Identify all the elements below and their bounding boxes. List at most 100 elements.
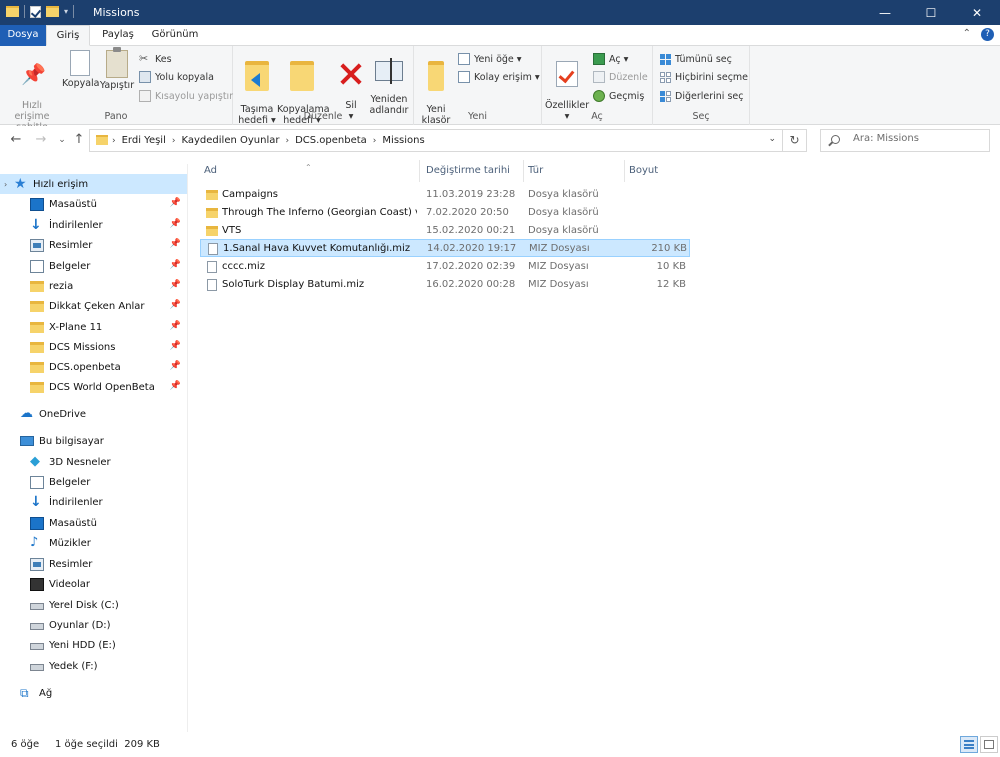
nav-quick-item[interactable]: DCS Missions 📌 — [0, 337, 187, 357]
column-header-size[interactable]: Boyut — [625, 160, 690, 182]
nav-quick-item[interactable]: Dikkat Çeken Anlar 📌 — [0, 296, 187, 316]
nav-quick-item[interactable]: Belgeler 📌 — [0, 256, 187, 276]
tab-home[interactable]: Giriş — [46, 25, 90, 46]
pin-icon: 📌 — [21, 62, 46, 86]
column-header-type[interactable]: Tür — [524, 160, 625, 182]
nav-quick-item[interactable]: DCS.openbeta 📌 — [0, 357, 187, 377]
nav-pc-item[interactable]: Resimler — [0, 554, 187, 574]
nav-quick-item[interactable]: Resimler 📌 — [0, 235, 187, 255]
tab-share[interactable]: Paylaş — [96, 25, 140, 46]
back-arrow-icon[interactable]: ← — [8, 132, 24, 147]
documents-icon — [30, 259, 44, 273]
folder-icon — [30, 341, 44, 353]
nav-pc-item[interactable]: Yerel Disk (C:) — [0, 595, 187, 615]
breadcrumb-separator-icon[interactable]: › — [373, 136, 377, 146]
nav-pc-item[interactable]: Yedek (F:) — [0, 656, 187, 676]
file-row[interactable]: VTS 15.02.2020 00:21 Dosya klasörü — [200, 222, 690, 240]
properties-check-icon[interactable] — [30, 5, 41, 18]
network-icon: ⧉ — [20, 685, 29, 700]
easy-access-button[interactable]: Kolay erişim ▾ — [458, 69, 540, 85]
file-row[interactable]: cccc.miz 17.02.2020 02:39 MIZ Dosyası 10… — [200, 258, 690, 276]
cut-button[interactable]: ✂ Kes — [139, 51, 172, 67]
breadcrumb-item[interactable]: Kaydedilen Oyunlar — [181, 135, 279, 146]
invert-selection-button[interactable]: Diğerlerini seç — [660, 88, 743, 104]
breadcrumb-separator-icon[interactable]: › — [112, 136, 116, 146]
folder-icon — [6, 6, 19, 17]
download-icon: ↓ — [30, 493, 42, 510]
breadcrumb-separator-icon[interactable]: › — [172, 136, 176, 146]
nav-onedrive[interactable]: ☁ OneDrive — [0, 404, 187, 424]
tab-view[interactable]: Görünüm — [146, 25, 204, 46]
history-button[interactable]: Geçmiş — [593, 88, 644, 104]
nav-pc-item[interactable]: Videolar — [0, 574, 187, 594]
new-folder-icon[interactable] — [46, 6, 59, 17]
customize-toolbar-chevron-icon[interactable]: ▾ — [64, 7, 68, 16]
details-view-button[interactable] — [960, 736, 978, 753]
open-button[interactable]: Aç ▾ — [593, 51, 628, 67]
edit-button[interactable]: Düzenle — [593, 69, 648, 85]
nav-pc-item[interactable]: ◆ 3D Nesneler — [0, 452, 187, 472]
pin-icon: 📌 — [169, 280, 181, 290]
search-box[interactable] — [820, 129, 990, 152]
up-arrow-icon[interactable]: ↑ — [71, 132, 87, 147]
nav-quick-item[interactable]: ↓ İndirilenler 📌 — [0, 215, 187, 235]
nav-pc-item[interactable]: Oyunlar (D:) — [0, 615, 187, 635]
close-button[interactable]: ✕ — [954, 0, 1000, 25]
column-header-name[interactable]: ⌃ Ad — [200, 160, 420, 182]
breadcrumb-item[interactable]: Erdi Yeşil — [122, 135, 166, 146]
address-bar[interactable]: › Erdi Yeşil › Kaydedilen Oyunlar › DCS.… — [89, 129, 807, 152]
file-row[interactable]: SoloTurk Display Batumi.miz 16.02.2020 0… — [200, 276, 690, 294]
breadcrumb-item[interactable]: Missions — [382, 135, 424, 146]
title-bar[interactable]: ▾ Missions — ☐ ✕ — [0, 0, 1000, 25]
pin-icon: 📌 — [169, 239, 181, 249]
quick-access-toolbar: ▾ — [6, 5, 75, 18]
address-history-chevron-icon[interactable]: ⌄ — [768, 134, 776, 144]
search-input[interactable] — [853, 133, 983, 144]
nav-quick-item[interactable]: rezia 📌 — [0, 276, 187, 296]
nav-pc-item[interactable]: Yeni HDD (E:) — [0, 635, 187, 655]
nav-pc-item[interactable]: ↓ İndirilenler — [0, 492, 187, 512]
file-row[interactable]: Campaigns 11.03.2019 23:28 Dosya klasörü — [200, 186, 690, 204]
file-size: 12 KB — [656, 279, 686, 290]
nav-this-pc[interactable]: Bu bilgisayar — [0, 431, 187, 451]
pictures-icon — [30, 557, 44, 571]
column-header-modified[interactable]: Değiştirme tarihi — [422, 160, 524, 182]
copy-path-button[interactable]: Yolu kopyala — [139, 69, 214, 85]
new-item-button[interactable]: Yeni öğe ▾ — [458, 51, 522, 67]
breadcrumb-item[interactable]: DCS.openbeta — [295, 135, 367, 146]
minimize-button[interactable]: — — [862, 0, 908, 25]
tab-file[interactable]: Dosya — [0, 25, 46, 46]
select-none-button[interactable]: Hiçbirini seçme — [660, 69, 748, 85]
select-all-button[interactable]: Tümünü seç — [660, 51, 732, 67]
refresh-icon[interactable]: ↻ — [782, 130, 806, 151]
paste-shortcut-button[interactable]: Kısayolu yapıştır — [139, 88, 233, 104]
select-none-icon — [660, 71, 671, 83]
rename-button[interactable]: Yeniden adlandır — [369, 50, 409, 116]
toolbar-separator — [24, 5, 25, 18]
nav-network[interactable]: ⧉ Ağ — [0, 683, 187, 703]
large-icons-view-icon — [984, 740, 994, 749]
help-icon[interactable]: ? — [981, 28, 994, 41]
recent-locations-chevron-icon[interactable]: ⌄ — [54, 135, 70, 145]
maximize-button[interactable]: ☐ — [908, 0, 954, 25]
nav-pc-item[interactable]: ♪ Müzikler — [0, 533, 187, 553]
file-explorer-window: ▾ Missions — ☐ ✕ Dosya Giriş Paylaş Görü… — [0, 0, 1000, 757]
file-row[interactable]: Through The Inferno (Georgian Coast) v1.… — [200, 204, 690, 222]
file-row-selected[interactable]: 1.Sanal Hava Kuvvet Komutanlığı.miz 14.0… — [200, 239, 690, 257]
collapse-ribbon-chevron-icon[interactable]: ⌃ — [963, 28, 971, 41]
expand-chevron-icon[interactable]: › — [4, 180, 14, 189]
paste-button[interactable]: Yapıştır — [99, 47, 135, 91]
nav-quick-item[interactable]: X-Plane 11 📌 — [0, 317, 187, 337]
copy-button[interactable]: Kopyala — [62, 50, 100, 89]
nav-quick-item[interactable]: DCS World OpenBeta 📌 — [0, 377, 187, 397]
forward-arrow-icon[interactable]: → — [33, 132, 49, 147]
nav-quick-item[interactable]: Masaüstü 📌 — [0, 194, 187, 214]
copy-icon — [70, 50, 90, 76]
folder-icon — [30, 381, 44, 393]
nav-pc-item[interactable]: Belgeler — [0, 472, 187, 492]
large-icons-view-button[interactable] — [980, 736, 998, 753]
ribbon-group-select: Tümünü seç Hiçbirini seçme Diğerlerini s… — [653, 46, 750, 125]
nav-pc-item[interactable]: Masaüstü — [0, 513, 187, 533]
nav-quick-access[interactable]: › ★ Hızlı erişim — [0, 174, 187, 194]
breadcrumb-separator-icon[interactable]: › — [285, 136, 289, 146]
